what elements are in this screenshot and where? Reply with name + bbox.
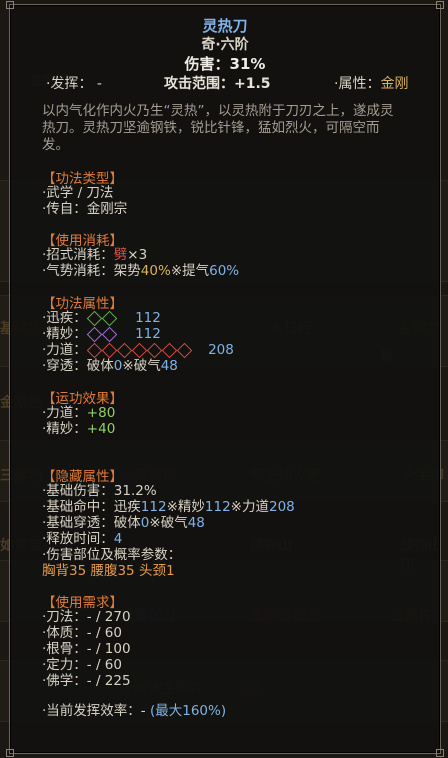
section-effect-title: 【运功效果】 — [42, 391, 123, 407]
frame-corner — [6, 1, 14, 9]
hidden-pierce-b: 48 — [187, 515, 205, 531]
attr-fine-line: ·精妙： 112 — [42, 326, 161, 342]
attr-pierce-mid: ※破气 — [122, 358, 161, 374]
attr-pierce-b: 48 — [160, 358, 178, 374]
hidden-hit-m1: ※精妙 — [166, 499, 205, 515]
section-req-title: 【使用需求】 — [42, 595, 123, 611]
section-attr-title: 【功法属性】 — [42, 296, 123, 312]
efficiency-max: (最大160%) — [149, 703, 227, 719]
hidden-hit-c: 208 — [268, 499, 295, 515]
section-cost-title: 【使用消耗】 — [42, 233, 123, 249]
slash-icon: 劈 — [113, 247, 128, 263]
cost-qi-a: 40% — [140, 263, 171, 279]
req-line: ·根骨：- / 100 — [42, 641, 131, 657]
hidden-hit-m2: ※力道 — [230, 499, 269, 515]
range-value: - — [96, 76, 102, 92]
req-line: ·定力：- / 60 — [42, 657, 122, 673]
attr-pierce-line: ·穿透：破体0※破气48 — [42, 358, 178, 374]
frame-corner — [6, 749, 14, 757]
diamond-icon — [86, 326, 118, 342]
hidden-pierce-label: ·基础穿透：破体 — [42, 515, 141, 531]
cost-qi-mid: ※提气 — [170, 263, 210, 279]
hidden-hit-b: 112 — [204, 499, 231, 515]
skill-damage: 伤害：31% — [184, 55, 266, 73]
attribute-value: 金刚 — [380, 76, 409, 92]
attr-power-label: ·力道： — [42, 342, 87, 358]
effect-power-label: ·力道： — [42, 405, 87, 421]
frame-corner — [436, 1, 444, 9]
type-line: ·武学 / 刀法 — [42, 185, 114, 201]
skill-tooltip: 灵热刀 奇·六阶 伤害：31% ·发挥： - 攻击范围：+1.5 ·属性：金刚 … — [6, 1, 444, 757]
diamond-icon — [86, 310, 118, 326]
frame-corner — [436, 749, 444, 757]
hidden-cast-label: ·释放时间： — [42, 531, 114, 547]
skill-stats-row: ·发挥： - 攻击范围：+1.5 ·属性：金刚 — [10, 73, 440, 93]
efficiency-label: ·当前发挥效率：- — [42, 703, 150, 719]
req-line: ·刀法：- / 270 — [42, 609, 131, 625]
section-type-title: 【功法类型】 — [42, 171, 123, 187]
cost-move-line: ·招式消耗：劈×3 — [42, 247, 147, 263]
attr-fine-label: ·精妙： — [42, 326, 87, 342]
hidden-hit-label: ·基础命中：迅疾 — [42, 499, 141, 515]
skill-grade: 奇·六阶 — [201, 37, 249, 53]
attr-fine-value: 112 — [135, 326, 161, 342]
attribute: ·属性：金刚 — [334, 73, 408, 93]
cost-move-count: ×3 — [127, 247, 148, 263]
effect-fine-label: ·精妙： — [42, 421, 87, 437]
diamond-icon — [86, 342, 193, 358]
section-hidden-title: 【隐藏属性】 — [42, 469, 123, 485]
effect-power-line: ·力道：+80 — [42, 405, 115, 421]
efficiency-line: ·当前发挥效率：- (最大160%) — [42, 703, 226, 719]
cost-qi-b: 60% — [209, 263, 240, 279]
range-label: ·发挥： - — [46, 73, 102, 93]
cost-move-label: ·招式消耗： — [42, 247, 114, 263]
type-line: ·传自：金刚宗 — [42, 201, 128, 217]
cost-qi-line: ·气势消耗：架势40%※提气60% — [42, 263, 239, 279]
cost-qi-label: ·气势消耗：架势 — [42, 263, 141, 279]
attr-speed-label: ·迅疾： — [42, 310, 87, 326]
attr-power-line: ·力道： 208 — [42, 342, 234, 358]
range-label-text: ·发挥： — [46, 76, 93, 92]
skill-name: 灵热刀 — [202, 17, 248, 35]
hidden-pierce-mid: ※破气 — [149, 515, 188, 531]
effect-power-value: +80 — [86, 405, 116, 421]
hidden-pierce-line: ·基础穿透：破体0※破气48 — [42, 515, 205, 531]
hidden-cast-line: ·释放时间：4 — [42, 531, 122, 547]
req-line: ·佛学：- / 225 — [42, 673, 131, 689]
attr-speed-value: 112 — [135, 310, 161, 326]
attack-range: 攻击范围：+1.5 — [164, 76, 271, 92]
attr-pierce-label: ·穿透：破体 — [42, 358, 114, 374]
attr-power-value: 208 — [208, 342, 234, 358]
hidden-hit-line: ·基础命中：迅疾112※精妙112※力道208 — [42, 499, 295, 515]
hidden-parts-line: ·伤害部位及概率参数： — [42, 547, 182, 563]
effect-fine-value: +40 — [86, 421, 116, 437]
attribute-label: ·属性： — [334, 76, 381, 92]
hidden-base-dmg: ·基础伤害：31.2% — [42, 483, 157, 499]
hidden-cast-value: 4 — [113, 531, 123, 547]
skill-description: 以内气化作内火乃生“灵热”，以灵热附于刀刃之上，遂成灵热刀。灵热刀坚逾钢铁，锐比… — [42, 103, 394, 153]
attr-speed-line: ·迅疾： 112 — [42, 310, 161, 326]
hidden-parts-values: 胸背35 腰腹35 头颈1 — [42, 563, 175, 579]
req-line: ·体质：- / 60 — [42, 625, 122, 641]
effect-fine-line: ·精妙：+40 — [42, 421, 115, 437]
hidden-hit-a: 112 — [140, 499, 167, 515]
